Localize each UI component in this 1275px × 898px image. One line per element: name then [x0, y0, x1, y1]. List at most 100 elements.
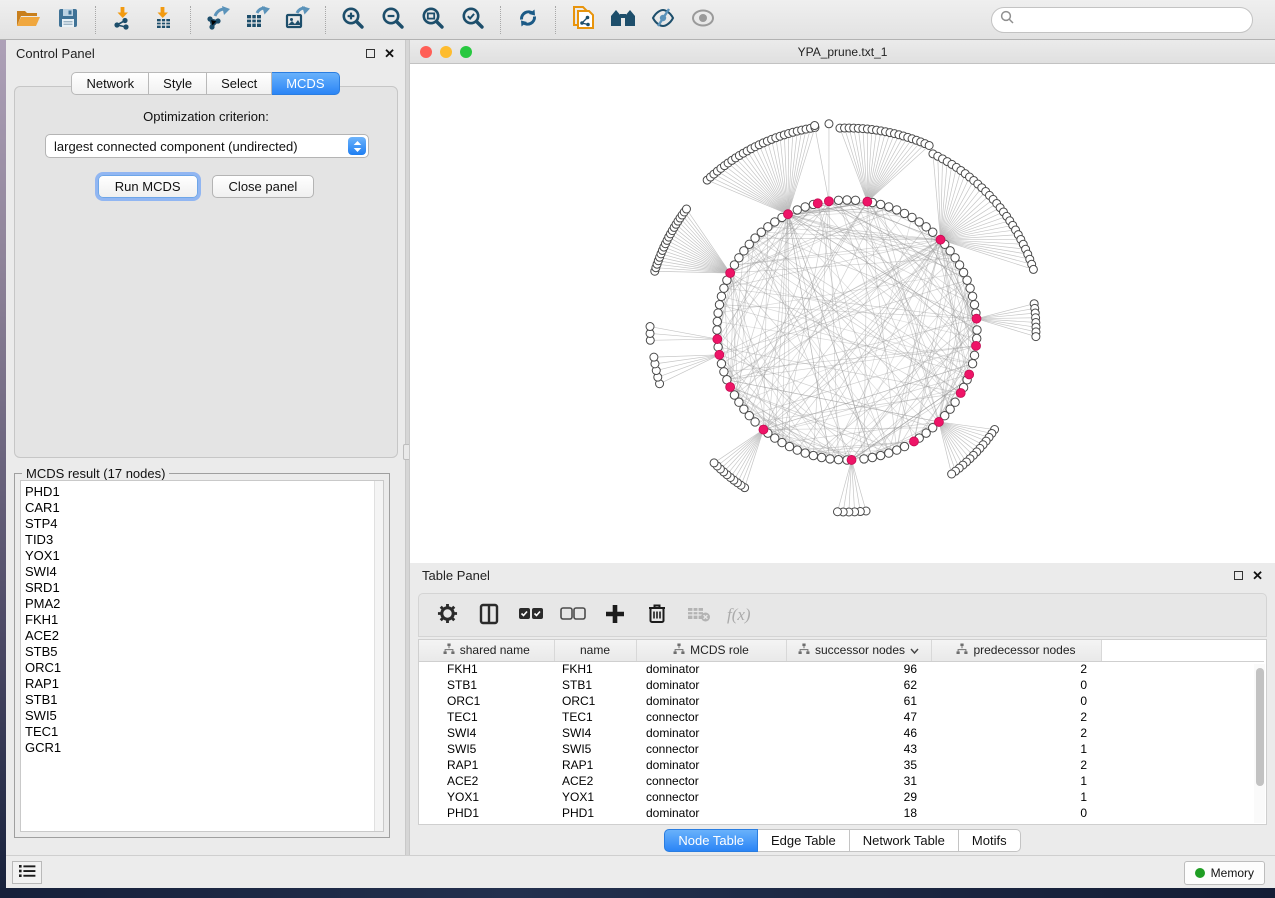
zoom-out-button[interactable] [373, 3, 413, 37]
mcds-result-item[interactable]: YOX1 [25, 548, 383, 564]
mcds-result-item[interactable]: STP4 [25, 516, 383, 532]
mcds-list-scrollbar[interactable] [374, 481, 383, 831]
table-cell[interactable]: 35 [786, 757, 931, 773]
open-button[interactable] [8, 3, 48, 37]
column-header-predecessor-nodes[interactable]: predecessor nodes [931, 640, 1101, 661]
network-node[interactable] [713, 326, 721, 334]
network-hub-node[interactable] [726, 382, 735, 391]
table-row[interactable]: SWI4SWI4dominator462 [419, 725, 1264, 741]
network-node[interactable] [1029, 265, 1037, 273]
tab-select[interactable]: Select [207, 72, 272, 95]
table-cell[interactable]: dominator [636, 757, 786, 773]
mcds-result-item[interactable]: GCR1 [25, 740, 383, 756]
close-panel-button[interactable]: Close panel [212, 175, 315, 198]
delete-table-button[interactable] [685, 601, 713, 629]
table-cell[interactable]: FKH1 [419, 661, 554, 677]
network-node[interactable] [963, 276, 971, 284]
network-hub-node[interactable] [972, 314, 981, 323]
table-cell[interactable]: 2 [931, 709, 1101, 725]
network-node[interactable] [885, 449, 893, 457]
tab-network[interactable]: Network [71, 72, 149, 95]
network-hub-node[interactable] [972, 341, 981, 350]
table-cell[interactable]: 62 [786, 677, 931, 693]
network-node[interactable] [948, 470, 956, 478]
table-cell[interactable]: 96 [786, 661, 931, 677]
table-cell[interactable]: YOX1 [554, 789, 636, 805]
table-row[interactable]: ACE2ACE2connector311 [419, 773, 1264, 789]
table-cell[interactable]: dominator [636, 677, 786, 693]
share-document-button[interactable] [563, 3, 603, 37]
criterion-dropdown[interactable]: largest connected component (undirected) [45, 134, 369, 158]
network-node[interactable] [710, 459, 718, 467]
table-cell[interactable]: dominator [636, 725, 786, 741]
network-node[interactable] [834, 456, 842, 464]
table-cell[interactable]: 0 [931, 693, 1101, 709]
export-image-button[interactable] [278, 3, 318, 37]
tab-node-table[interactable]: Node Table [664, 829, 758, 852]
import-table-button[interactable] [143, 3, 183, 37]
graphics-details-button[interactable] [643, 3, 683, 37]
network-node[interactable] [970, 351, 978, 359]
float-panel-icon[interactable] [366, 49, 375, 58]
network-node[interactable] [717, 359, 725, 367]
network-node[interactable] [682, 205, 690, 213]
table-cell[interactable]: dominator [636, 661, 786, 677]
table-scrollbar[interactable] [1254, 664, 1265, 823]
search-network-icon-button[interactable] [603, 3, 643, 37]
network-node[interactable] [825, 120, 833, 128]
zoom-fit-button[interactable] [413, 3, 453, 37]
network-node[interactable] [650, 353, 658, 361]
export-table-button[interactable] [238, 3, 278, 37]
mcds-result-item[interactable]: STB5 [25, 644, 383, 660]
table-cell[interactable]: 2 [931, 725, 1101, 741]
network-node[interactable] [843, 196, 851, 204]
table-cell[interactable]: TEC1 [419, 709, 554, 725]
network-node[interactable] [793, 206, 801, 214]
table-cell[interactable]: SWI4 [419, 725, 554, 741]
close-table-panel-icon[interactable]: ✕ [1252, 571, 1263, 580]
zoom-selected-button[interactable] [453, 3, 493, 37]
table-settings-button[interactable] [433, 601, 461, 629]
search-field[interactable] [991, 7, 1253, 33]
table-cell[interactable]: 2 [931, 661, 1101, 677]
column-header-mcds-role[interactable]: MCDS role [636, 640, 786, 661]
table-cell[interactable]: ORC1 [419, 693, 554, 709]
mcds-result-item[interactable]: TID3 [25, 532, 383, 548]
network-node[interactable] [826, 455, 834, 463]
column-header-shared-name[interactable]: shared name [419, 640, 554, 661]
network-graph[interactable] [410, 64, 1274, 562]
zoom-in-button[interactable] [333, 3, 373, 37]
delete-column-button[interactable] [643, 601, 671, 629]
save-button[interactable] [48, 3, 88, 37]
table-cell[interactable]: dominator [636, 805, 786, 821]
search-input[interactable] [1015, 13, 1244, 27]
mcds-result-item[interactable]: PMA2 [25, 596, 383, 612]
table-cell[interactable]: 43 [786, 741, 931, 757]
memory-button[interactable]: Memory [1184, 861, 1265, 885]
table-cell[interactable]: ACE2 [419, 773, 554, 789]
table-cell[interactable]: YOX1 [419, 789, 554, 805]
task-history-button[interactable] [12, 861, 42, 884]
network-hub-node[interactable] [934, 417, 943, 426]
network-hub-node[interactable] [909, 437, 918, 446]
table-row[interactable]: FKH1FKH1dominator962 [419, 661, 1264, 677]
network-node[interactable] [811, 122, 819, 130]
table-cell[interactable]: STB1 [554, 677, 636, 693]
table-row[interactable]: ORC1ORC1dominator610 [419, 693, 1264, 709]
network-node[interactable] [925, 141, 933, 149]
network-node[interactable] [1032, 333, 1040, 341]
network-node[interactable] [851, 196, 859, 204]
table-cell[interactable]: 31 [786, 773, 931, 789]
table-row[interactable]: STB1STB1dominator620 [419, 677, 1264, 693]
network-hub-node[interactable] [715, 350, 724, 359]
network-node[interactable] [900, 442, 908, 450]
network-node[interactable] [868, 453, 876, 461]
network-node[interactable] [968, 292, 976, 300]
table-cell[interactable]: ACE2 [554, 773, 636, 789]
network-hub-node[interactable] [956, 389, 965, 398]
network-canvas[interactable] [410, 64, 1275, 562]
export-network-button[interactable] [198, 3, 238, 37]
network-node[interactable] [714, 343, 722, 351]
network-node[interactable] [860, 455, 868, 463]
table-cell[interactable]: 29 [786, 789, 931, 805]
